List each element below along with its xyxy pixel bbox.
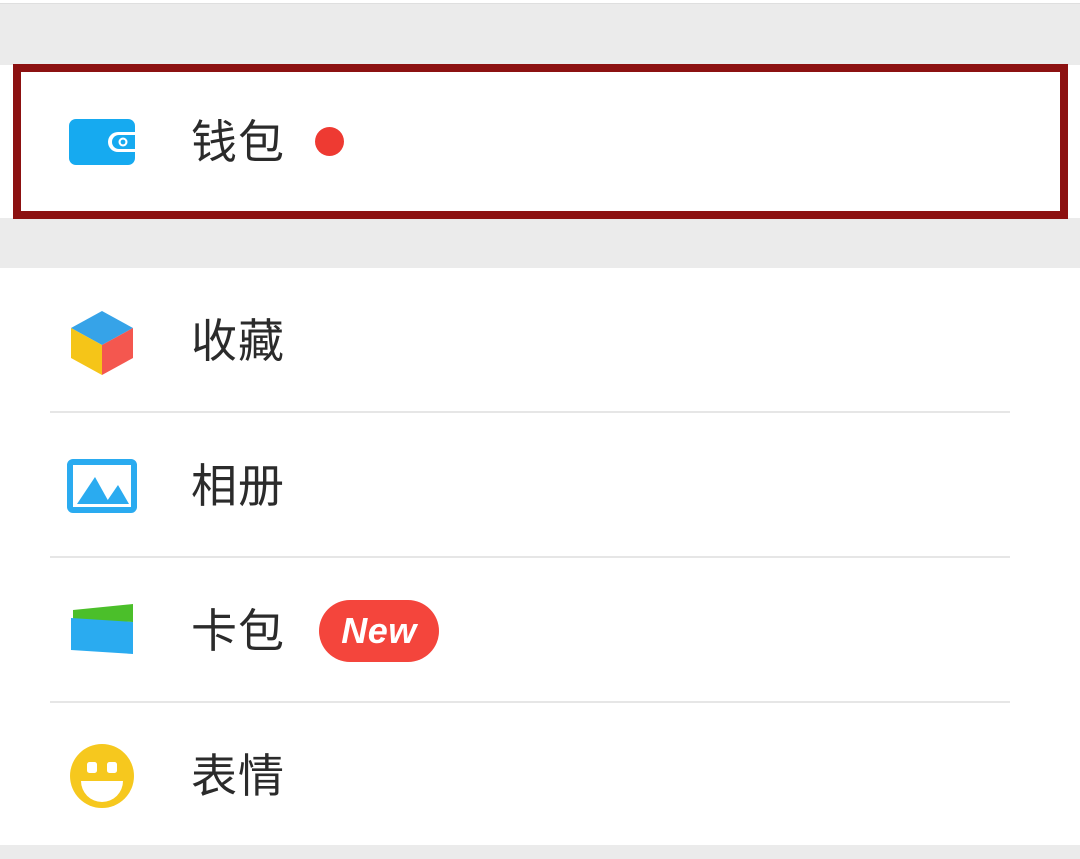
list-item-label: 钱包 <box>191 114 285 169</box>
new-badge: New <box>319 599 439 662</box>
cardholder-icon <box>63 592 141 670</box>
unread-dot-badge <box>315 127 344 156</box>
list-item-label: 表情 <box>191 748 285 803</box>
cube-icon <box>63 302 141 380</box>
list-item-wallet[interactable]: 钱包 <box>0 65 1080 218</box>
group-spacer-band <box>0 218 1080 268</box>
wallet-group: 钱包 <box>0 65 1080 218</box>
list-item-stickers[interactable]: 表情 <box>0 703 1080 848</box>
main-list-group: 收藏 相册 卡包 New 表情 <box>0 268 1080 848</box>
list-item-label: 相册 <box>191 458 285 513</box>
list-item-label: 卡包 <box>191 603 285 658</box>
list-item-album[interactable]: 相册 <box>0 413 1080 558</box>
photo-icon <box>63 447 141 525</box>
list-item-favorites[interactable]: 收藏 <box>0 268 1080 413</box>
wallet-icon <box>63 103 141 181</box>
list-item-cards[interactable]: 卡包 New <box>0 558 1080 703</box>
list-item-label: 收藏 <box>191 313 285 368</box>
top-spacer-band <box>0 4 1080 65</box>
phone-screen: 钱包 收藏 相册 卡包 New 表情 <box>0 0 1080 859</box>
smiley-icon <box>63 737 141 815</box>
bottom-spacer-band <box>0 845 1080 859</box>
